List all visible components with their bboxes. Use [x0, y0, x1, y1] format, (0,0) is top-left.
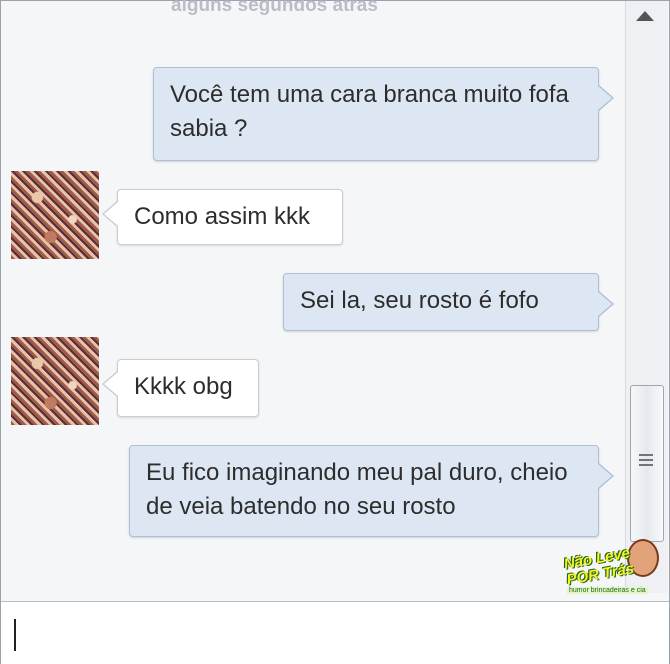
message-text: Kkkk obg: [134, 373, 233, 400]
chat-scrollbar[interactable]: [625, 1, 668, 593]
message-text: Você tem uma cara branca muito fofa sabi…: [170, 81, 569, 142]
chat-window: alguns segundos atrás Você tem uma cara …: [0, 0, 670, 664]
sent-message-bubble: Sei la, seu rosto é fofo: [283, 273, 614, 331]
message-text: Eu fico imaginando meu pal duro, cheio d…: [146, 459, 568, 520]
message-text: Como assim kkk: [134, 203, 311, 230]
text-caret: [14, 619, 16, 651]
received-message-bubble: Kkkk obg: [102, 359, 259, 417]
sent-message-bubble: Você tem uma cara branca muito fofa sabi…: [153, 67, 614, 161]
contact-avatar[interactable]: [11, 171, 99, 259]
received-message-bubble: Como assim kkk: [102, 189, 343, 245]
message-timestamp: alguns segundos atrás: [171, 0, 378, 16]
sent-message-bubble: Eu fico imaginando meu pal duro, cheio d…: [129, 445, 614, 537]
logo-tagline: humor brincadeiras e cia: [567, 587, 648, 594]
message-text: Sei la, seu rosto é fofo: [300, 287, 539, 314]
scrollbar-thumb[interactable]: [630, 385, 664, 542]
contact-avatar[interactable]: [11, 337, 99, 425]
triangle-up-icon[interactable]: [636, 11, 654, 21]
watermark-logo: Não Leve POR Trás humor brincadeiras e c…: [557, 539, 661, 611]
grip-icon: [639, 454, 653, 468]
